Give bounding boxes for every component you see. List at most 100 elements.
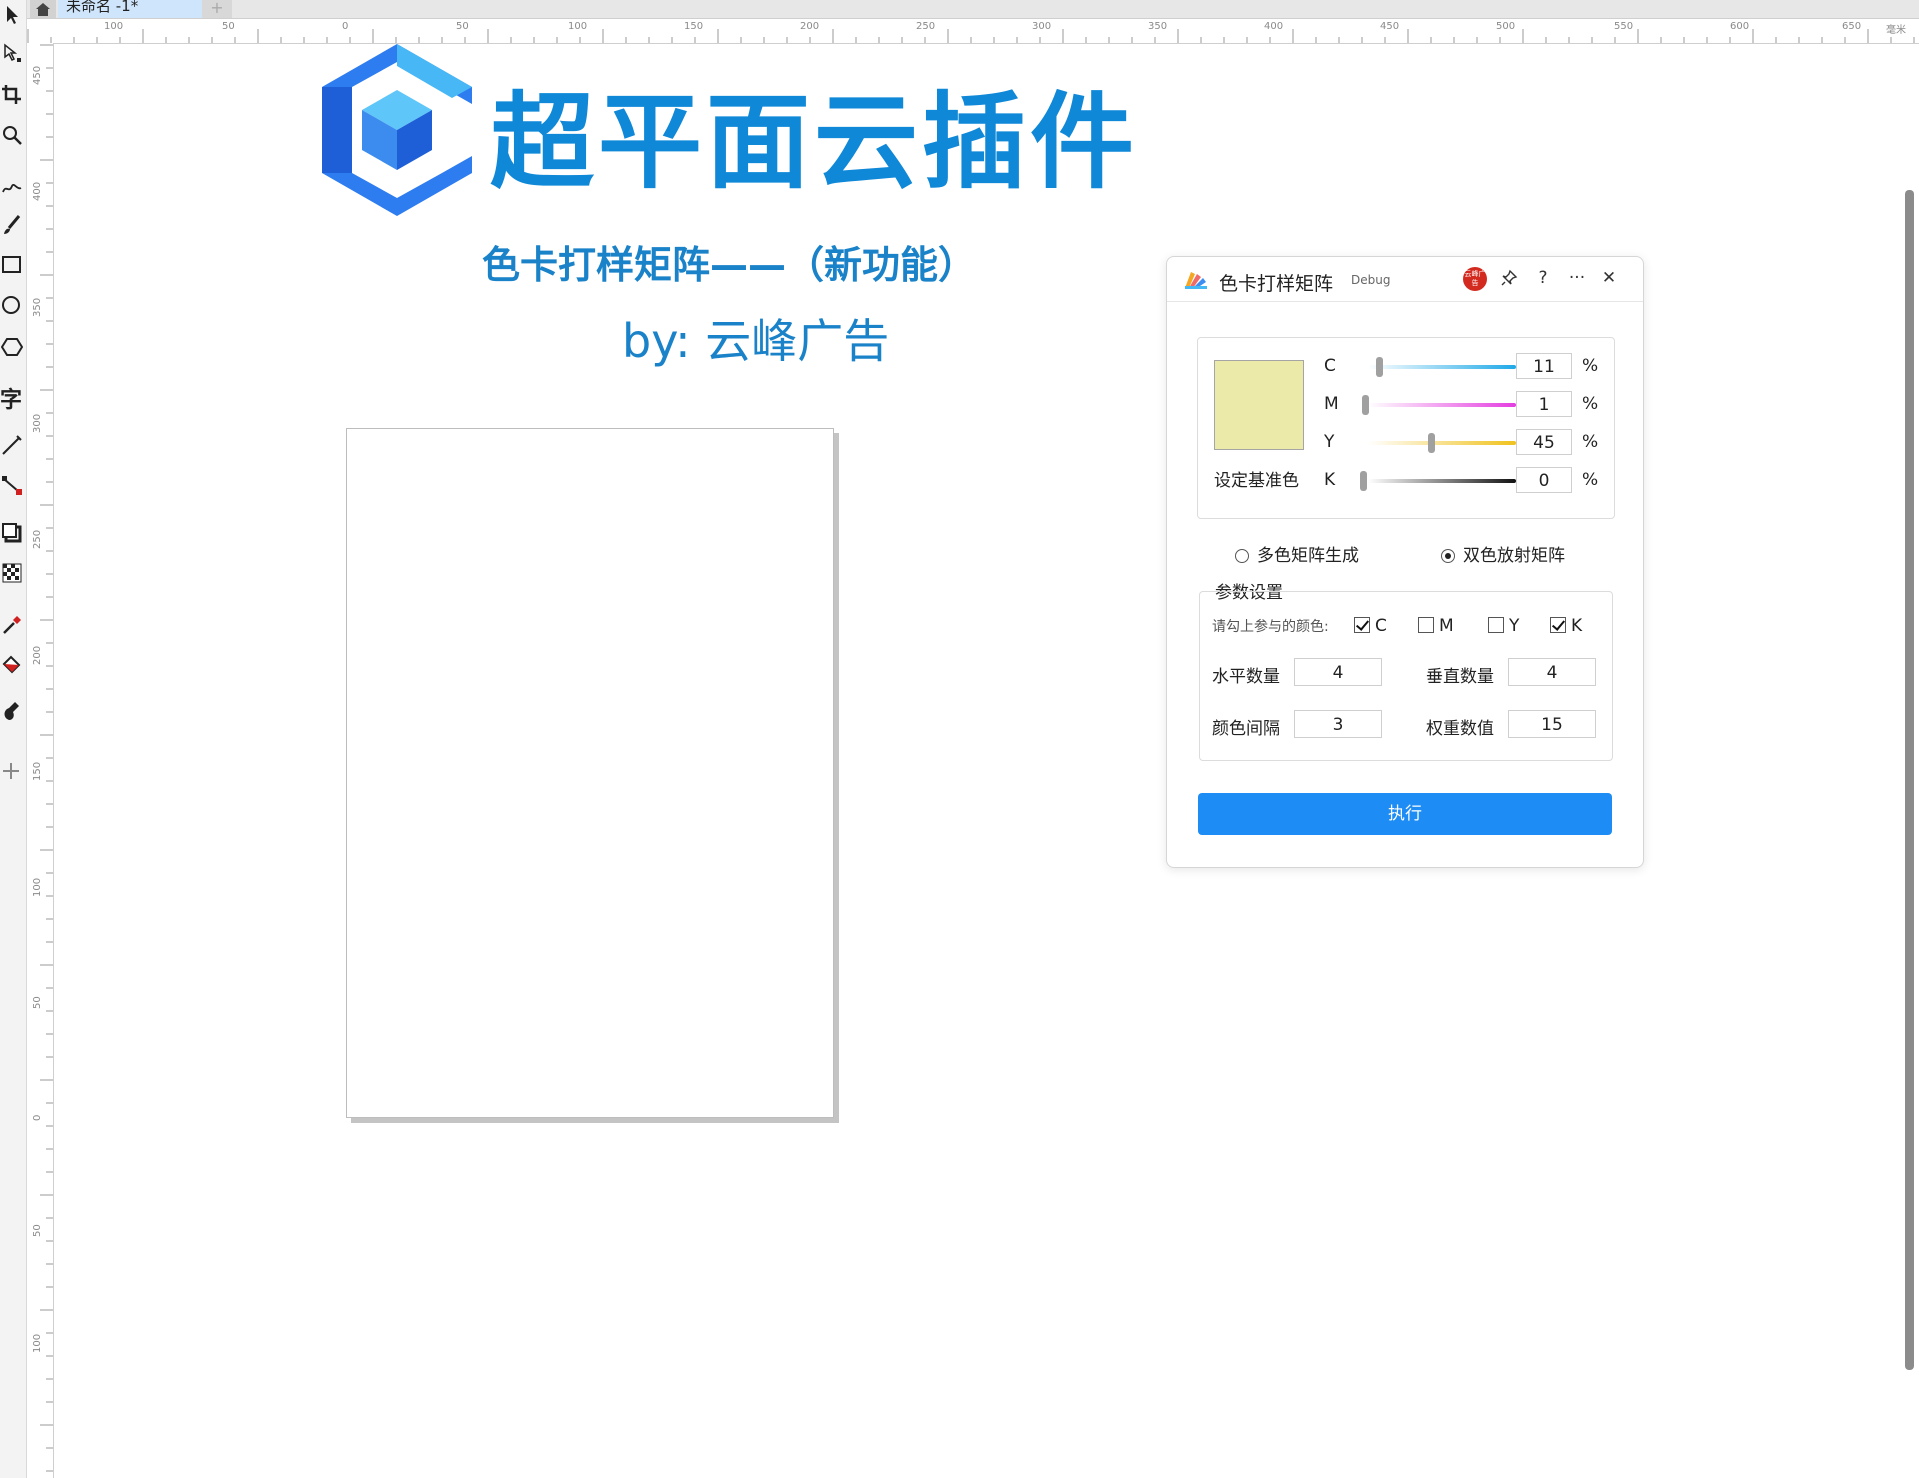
vertical-count-input[interactable]: 4 bbox=[1508, 658, 1596, 686]
vertical-ruler[interactable]: 450 400 350 300 250 200 150 100 50 0 50 … bbox=[26, 43, 54, 1478]
connector-tool-icon[interactable] bbox=[0, 470, 26, 500]
percent-unit: % bbox=[1582, 432, 1599, 452]
ruler-label: 650 bbox=[1842, 21, 1862, 32]
document-tab[interactable]: 未命名 -1* bbox=[58, 0, 202, 18]
checkbox-label: C bbox=[1375, 616, 1387, 636]
interactive-fill-icon[interactable] bbox=[0, 650, 26, 680]
color-card-matrix-dialog: 色卡打样矩阵 Debug 云峰广告 ? ··· ✕ 设定基准色 C 11 % M… bbox=[1166, 256, 1644, 868]
y-slider-thumb[interactable] bbox=[1428, 433, 1435, 453]
checkbox-label: K bbox=[1571, 616, 1583, 636]
feature-subtitle[interactable]: 色卡打样矩阵——（新功能） bbox=[482, 246, 976, 284]
ruler-label: 50 bbox=[456, 21, 469, 32]
shape-tool-icon[interactable] bbox=[0, 38, 26, 68]
author-credit[interactable]: by: 云峰广告 bbox=[622, 318, 889, 364]
document-page[interactable] bbox=[346, 428, 834, 1118]
m-slider-thumb[interactable] bbox=[1362, 395, 1369, 415]
user-avatar[interactable]: 云峰广告 bbox=[1463, 267, 1487, 291]
ruler-label: 150 bbox=[32, 761, 43, 781]
eyedropper-icon[interactable] bbox=[0, 610, 26, 640]
smart-fill-icon[interactable] bbox=[0, 696, 26, 726]
percent-unit: % bbox=[1582, 394, 1599, 414]
c-value-input[interactable]: 11 bbox=[1516, 353, 1572, 379]
text-tool-glyph: 字 bbox=[0, 388, 23, 413]
y-slider-track[interactable] bbox=[1368, 441, 1516, 445]
parallel-dimension-icon[interactable] bbox=[0, 430, 26, 460]
percent-unit: % bbox=[1582, 356, 1599, 376]
ruler-label: 0 bbox=[342, 21, 349, 32]
horizontal-count-label: 水平数量 bbox=[1212, 667, 1280, 687]
toolbox: 字 bbox=[0, 0, 27, 1478]
ruler-label: 300 bbox=[1032, 21, 1052, 32]
k-slider-thumb[interactable] bbox=[1360, 471, 1367, 491]
freehand-tool-icon[interactable] bbox=[0, 170, 26, 200]
crop-tool-icon[interactable] bbox=[0, 80, 26, 110]
mode-radio-two-color[interactable]: 双色放射矩阵 bbox=[1441, 541, 1565, 566]
brand-title[interactable]: 超平面云插件 bbox=[490, 90, 1138, 194]
m-slider-track[interactable] bbox=[1368, 403, 1516, 407]
ellipse-tool-icon[interactable] bbox=[0, 290, 26, 320]
vertical-count-label: 垂直数量 bbox=[1426, 667, 1494, 687]
c-slider-thumb[interactable] bbox=[1376, 357, 1383, 377]
home-tab-button[interactable] bbox=[30, 0, 56, 18]
cmyk-row-c: C 11 % bbox=[1324, 352, 1614, 382]
ruler-label: 0 bbox=[32, 1114, 43, 1121]
k-slider-track[interactable] bbox=[1368, 479, 1516, 483]
checkbox-indicator bbox=[1550, 617, 1566, 633]
pin-button[interactable] bbox=[1497, 266, 1521, 290]
y-value-input[interactable]: 45 bbox=[1516, 429, 1572, 455]
document-tab-strip: 未命名 -1* + bbox=[0, 0, 1919, 19]
transparency-icon[interactable] bbox=[0, 558, 26, 588]
weight-input[interactable]: 15 bbox=[1508, 710, 1596, 738]
checkbox-indicator bbox=[1354, 617, 1370, 633]
ruler-label: 200 bbox=[800, 21, 820, 32]
horizontal-ruler-ticks bbox=[27, 29, 1915, 43]
rectangle-tool-icon[interactable] bbox=[0, 250, 26, 280]
m-value-input[interactable]: 1 bbox=[1516, 391, 1572, 417]
checkbox-m[interactable]: M bbox=[1418, 616, 1454, 636]
vertical-ruler-ticks bbox=[40, 44, 53, 1472]
new-tab-button[interactable]: + bbox=[202, 0, 232, 18]
ruler-label: 450 bbox=[1380, 21, 1400, 32]
channel-label: K bbox=[1324, 470, 1336, 490]
zoom-tool-icon[interactable] bbox=[0, 120, 26, 150]
ruler-label: 250 bbox=[32, 529, 43, 549]
base-color-swatch[interactable] bbox=[1214, 360, 1304, 450]
ruler-label: 300 bbox=[32, 413, 43, 433]
checkbox-k[interactable]: K bbox=[1550, 616, 1582, 636]
ruler-label: 50 bbox=[222, 21, 235, 32]
radio-indicator bbox=[1441, 549, 1455, 563]
radio-indicator bbox=[1235, 549, 1249, 563]
text-tool-icon[interactable]: 字 bbox=[0, 380, 26, 413]
dialog-title: 色卡打样矩阵 bbox=[1219, 273, 1334, 295]
c-slider-track[interactable] bbox=[1368, 365, 1516, 369]
artistic-media-icon[interactable] bbox=[0, 210, 26, 240]
horizontal-ruler[interactable]: 100 50 0 50 100 150 200 250 300 350 400 … bbox=[26, 19, 1919, 44]
ruler-label: 600 bbox=[1730, 21, 1750, 32]
ruler-label: 350 bbox=[32, 297, 43, 317]
vertical-scrollbar[interactable] bbox=[1905, 190, 1914, 1370]
add-tool-icon[interactable] bbox=[0, 756, 26, 786]
channel-label: M bbox=[1324, 394, 1339, 414]
mode-radio-multicolor[interactable]: 多色矩阵生成 bbox=[1235, 541, 1359, 566]
radio-label: 多色矩阵生成 bbox=[1257, 546, 1359, 566]
polygon-tool-icon[interactable] bbox=[0, 332, 26, 362]
color-spacing-input[interactable]: 3 bbox=[1294, 710, 1382, 738]
home-icon bbox=[36, 3, 50, 16]
help-button[interactable]: ? bbox=[1531, 266, 1555, 290]
horizontal-count-input[interactable]: 4 bbox=[1294, 658, 1382, 686]
checkbox-c[interactable]: C bbox=[1354, 616, 1387, 636]
checkbox-y[interactable]: Y bbox=[1488, 616, 1519, 636]
ruler-label: 350 bbox=[1148, 21, 1168, 32]
ruler-label: 450 bbox=[32, 65, 43, 85]
pick-tool-icon[interactable] bbox=[0, 0, 26, 30]
more-button[interactable]: ··· bbox=[1565, 266, 1589, 290]
dialog-titlebar[interactable]: 色卡打样矩阵 Debug 云峰广告 ? ··· ✕ bbox=[1167, 257, 1643, 302]
pin-icon bbox=[1501, 269, 1518, 286]
ruler-label: 100 bbox=[32, 1333, 43, 1353]
drop-shadow-icon[interactable] bbox=[0, 518, 26, 548]
k-value-input[interactable]: 0 bbox=[1516, 467, 1572, 493]
execute-button[interactable]: 执行 bbox=[1198, 793, 1612, 835]
close-button[interactable]: ✕ bbox=[1597, 266, 1621, 290]
ruler-label: 100 bbox=[32, 877, 43, 897]
checkbox-label: M bbox=[1439, 616, 1454, 636]
